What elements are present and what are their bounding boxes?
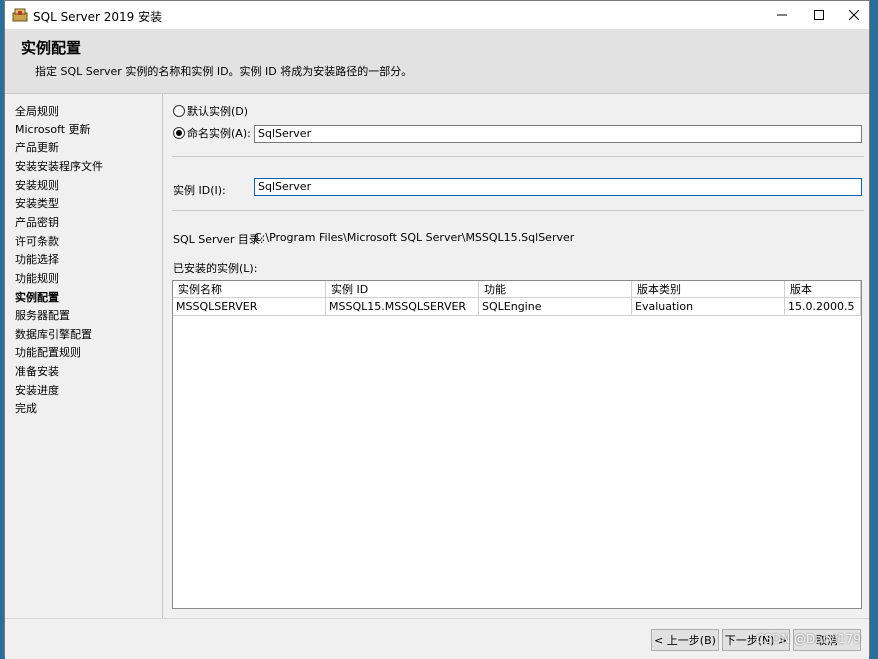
table-cell-edition[interactable]: Evaluation [632,298,785,316]
table-cell-features[interactable]: SQLEngine [479,298,632,316]
maximize-icon [814,10,824,20]
separator [172,210,864,211]
table-cell-instance-id[interactable]: MSSQL15.MSSQLSERVER [326,298,479,316]
window-title: SQL Server 2019 安装 [33,10,163,24]
watermark: CSDN @Daryl179 [756,632,861,646]
column-header-edition[interactable]: 版本类别 [632,281,785,298]
named-instance-input[interactable]: SqlServer [254,125,862,143]
table-cell-instance-name[interactable]: MSSQLSERVER [173,298,326,316]
sql-server-dir-value: C:\Program Files\Microsoft SQL Server\MS… [254,231,575,244]
installed-instances-table[interactable]: 实例名称 实例 ID 功能 版本类别 版本 MSSQLSERVER MSSQL1… [172,280,862,609]
step-license-terms[interactable]: 许可条款 [15,233,59,249]
step-installation-progress[interactable]: 安装进度 [15,382,59,398]
instance-config-panel: 默认实例(D) 命名实例(A): SqlServer 实例 ID(I): Sql… [163,94,869,618]
column-header-version[interactable]: 版本 [785,281,861,298]
sql-server-setup-icon [12,8,28,22]
step-global-rules[interactable]: 全局规则 [15,103,59,119]
steps-sidebar: 全局规则 Microsoft 更新 产品更新 安装安装程序文件 安装规则 安装类… [5,94,163,618]
step-server-configuration[interactable]: 服务器配置 [15,307,70,323]
installer-window: SQL Server 2019 安装 实例配置 指定 SQL Server 实例… [4,0,870,659]
named-instance-label[interactable]: 命名实例(A): [187,125,251,141]
footer-bar: < 上一步(B) 下一步(N) > 取消 [5,618,869,659]
title-bar: SQL Server 2019 安装 [5,1,869,29]
back-button[interactable]: < 上一步(B) [651,629,719,651]
instance-id-label: 实例 ID(I): [173,184,226,197]
close-icon [849,10,859,20]
page-title: 实例配置 [21,39,82,57]
default-instance-radio[interactable] [173,105,185,117]
column-header-instance-id[interactable]: 实例 ID [326,281,479,298]
page-description: 指定 SQL Server 实例的名称和实例 ID。实例 ID 将成为安装路径的… [35,65,413,78]
table-cell-version[interactable]: 15.0.2000.5 [785,298,861,316]
step-feature-configuration-rules[interactable]: 功能配置规则 [15,344,81,360]
sql-server-dir-label: SQL Server 目录: [173,233,264,246]
close-button[interactable] [837,1,871,29]
minimize-icon [777,14,787,16]
step-product-key[interactable]: 产品密钥 [15,214,59,230]
step-database-engine-configuration[interactable]: 数据库引擎配置 [15,326,92,342]
step-ready-to-install[interactable]: 准备安装 [15,363,59,379]
default-instance-label[interactable]: 默认实例(D) [187,103,248,119]
separator [172,156,864,157]
step-feature-rules[interactable]: 功能规则 [15,270,59,286]
step-installation-type[interactable]: 安装类型 [15,195,59,211]
column-header-instance-name[interactable]: 实例名称 [173,281,326,298]
step-product-updates[interactable]: 产品更新 [15,139,59,155]
column-header-features[interactable]: 功能 [479,281,632,298]
minimize-button[interactable] [765,1,799,29]
step-complete[interactable]: 完成 [15,400,37,416]
installed-instances-label: 已安装的实例(L): [173,262,258,275]
step-instance-configuration[interactable]: 实例配置 [15,289,59,305]
maximize-button[interactable] [802,1,836,29]
step-microsoft-update[interactable]: Microsoft 更新 [15,121,91,137]
instance-id-input[interactable]: SqlServer [254,178,862,196]
step-feature-selection[interactable]: 功能选择 [15,251,59,267]
page-header: 实例配置 指定 SQL Server 实例的名称和实例 ID。实例 ID 将成为… [5,29,869,94]
step-install-setup-files[interactable]: 安装安装程序文件 [15,158,103,174]
step-install-rules[interactable]: 安装规则 [15,177,59,193]
named-instance-radio[interactable] [173,127,185,139]
